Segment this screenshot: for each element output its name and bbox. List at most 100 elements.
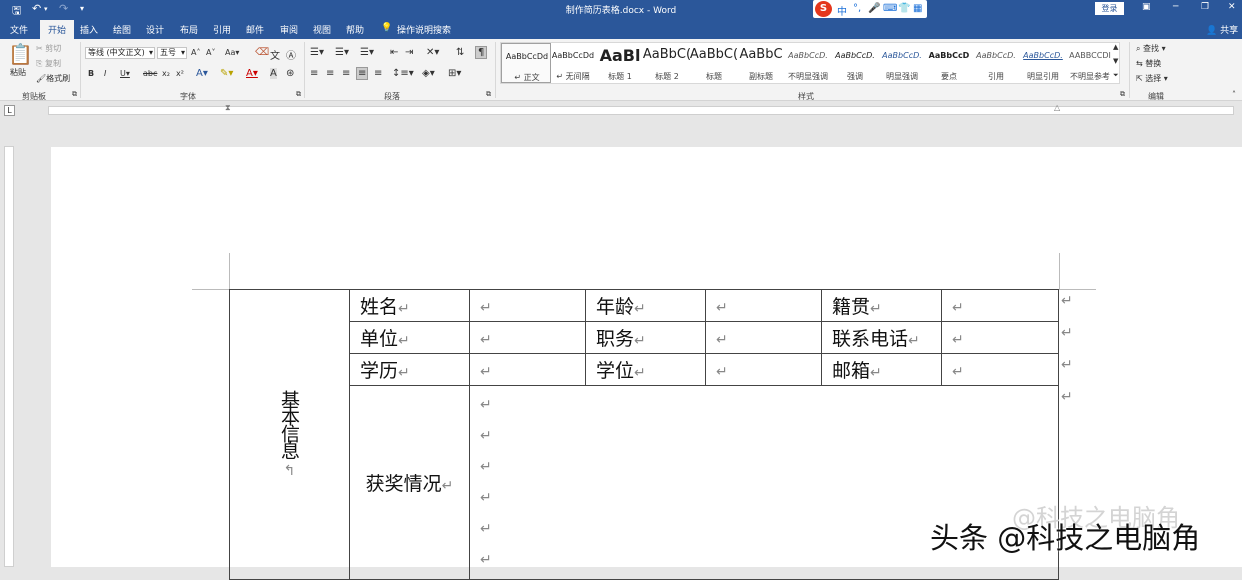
ime-punctuation[interactable]: °,	[853, 3, 861, 14]
font-launcher-icon[interactable]: ⧉	[296, 90, 301, 99]
superscript-icon[interactable]: x²	[176, 69, 184, 78]
table-cell[interactable]: 年龄↵	[585, 289, 706, 322]
align-left-icon[interactable]: ≡	[310, 68, 318, 79]
paste-button[interactable]: 粘贴	[10, 67, 26, 78]
find-button[interactable]: ⌕ 查找 ▾	[1136, 43, 1166, 54]
underline-icon[interactable]: U▾	[120, 69, 130, 78]
styles-launcher-icon[interactable]: ⧉	[1120, 90, 1125, 99]
font-color-icon[interactable]: A▾	[246, 68, 258, 79]
increase-indent-icon[interactable]: ⇥	[405, 47, 413, 58]
borders-icon[interactable]: ⊞▾	[448, 68, 461, 79]
paragraph-launcher-icon[interactable]: ⧉	[486, 90, 491, 99]
table-cell[interactable]: ↵	[469, 321, 586, 354]
ime-voice-icon[interactable]: 🎤	[868, 3, 880, 14]
table-cell[interactable]: 籍贯↵	[821, 289, 942, 322]
justify-icon[interactable]: ≡	[356, 67, 369, 80]
minimize-icon[interactable]: ─	[1173, 2, 1178, 12]
tab-help[interactable]: 帮助	[346, 23, 364, 36]
align-right-icon[interactable]: ≡	[342, 68, 350, 79]
styles-gallery[interactable]: AaBbCcDd ↵ 正文 AaBbCcDd ↵ 无间隔 AaBl 标题 1 AaBb…	[500, 42, 1120, 84]
table-cell[interactable]: 学位↵	[585, 353, 706, 386]
table-cell[interactable]: ↵	[941, 289, 1059, 322]
tab-draw[interactable]: 绘图	[113, 23, 131, 36]
copy-button[interactable]: ⎘ 复制	[36, 58, 61, 69]
tab-review[interactable]: 审阅	[280, 23, 298, 36]
share-button[interactable]: 👤 共享	[1206, 23, 1238, 36]
table-cell[interactable]: ↵	[941, 353, 1059, 386]
numbering-icon[interactable]: ☰▾	[335, 47, 349, 58]
replace-button[interactable]: ⇆ 替换	[1136, 58, 1161, 69]
tab-home[interactable]: 开始	[40, 20, 75, 39]
table-cell[interactable]: ↵	[469, 353, 586, 386]
tab-mailings[interactable]: 邮件	[246, 23, 264, 36]
login-button[interactable]: 登录	[1095, 2, 1124, 15]
select-button[interactable]: ⇱ 选择 ▾	[1136, 73, 1168, 84]
format-painter-button[interactable]: 🖌格式刷	[36, 73, 70, 84]
font-size-combo[interactable]: 五号 ▾	[157, 47, 187, 59]
align-center-icon[interactable]: ≡	[326, 68, 334, 79]
sogou-ime-toolbar[interactable]: S 中 °, 🎤 ⌨ 👕 ▦	[813, 0, 927, 18]
shading-icon[interactable]: ◈▾	[422, 68, 435, 79]
table-cell[interactable]: 邮箱↵	[821, 353, 942, 386]
chinese-layout-icon[interactable]: ✕▾	[426, 47, 439, 58]
multilevel-list-icon[interactable]: ☰▾	[360, 47, 374, 58]
show-marks-icon[interactable]: ¶	[475, 46, 488, 59]
italic-icon[interactable]: I	[104, 69, 106, 78]
line-spacing-icon[interactable]: ↕≡▾	[392, 68, 414, 79]
table-cell[interactable]: 姓名↵	[349, 289, 470, 322]
basic-info-cell[interactable]: 基本信息 ↰	[229, 289, 350, 580]
tab-file[interactable]: 文件	[10, 23, 28, 36]
table-cell[interactable]: ↵	[705, 353, 822, 386]
grow-font-icon[interactable]: A˄	[191, 48, 200, 57]
table-cell[interactable]: 获奖情况↵	[349, 385, 470, 580]
style-normal[interactable]: AaBbCcDd ↵ 正文	[501, 43, 551, 83]
paste-icon[interactable]: 📋	[8, 42, 33, 66]
shrink-font-icon[interactable]: A˅	[206, 48, 215, 57]
table-cell[interactable]: 学历↵	[349, 353, 470, 386]
bold-icon[interactable]: B	[88, 69, 94, 78]
subscript-icon[interactable]: x₂	[162, 69, 170, 78]
cut-button[interactable]: ✂ 剪切	[36, 43, 61, 54]
distributed-icon[interactable]: ≡	[374, 68, 382, 79]
bullets-icon[interactable]: ☰▾	[310, 47, 324, 58]
tab-selector-icon[interactable]: L	[4, 105, 15, 116]
tab-layout[interactable]: 布局	[180, 23, 198, 36]
change-case-icon[interactable]: Aa▾	[225, 48, 239, 57]
style-strong[interactable]: AaBbCcD 要点	[924, 43, 974, 83]
ime-toolbox-icon[interactable]: ▦	[913, 3, 922, 14]
character-border-icon[interactable]: ⊛	[286, 68, 294, 79]
table-cell[interactable]: ↵	[469, 289, 586, 322]
highlight-icon[interactable]: ✎▾	[220, 68, 233, 79]
style-subtitle[interactable]: AaBbC 副标题	[736, 43, 786, 83]
tell-me-search[interactable]: 操作说明搜索	[397, 23, 451, 36]
style-no-spacing[interactable]: AaBbCcDd ↵ 无间隔	[548, 43, 598, 83]
style-quote[interactable]: AaBbCcD. 引用	[971, 43, 1021, 83]
strikethrough-icon[interactable]: abc	[143, 69, 157, 78]
ribbon-display-icon[interactable]: ▣	[1142, 2, 1151, 12]
right-indent-marker-icon[interactable]: △	[1054, 103, 1060, 112]
indent-marker-icon[interactable]: ⧗	[225, 103, 231, 113]
style-intense-emphasis[interactable]: AaBbCcD. 明显强调	[877, 43, 927, 83]
character-shading-icon[interactable]: A	[270, 68, 277, 79]
gallery-up-icon[interactable]: ▲	[1113, 43, 1118, 51]
style-subtle-emphasis[interactable]: AaBbCcD. 不明显强调	[783, 43, 833, 83]
gallery-more-icon[interactable]: ⏷	[1113, 71, 1119, 80]
style-subtle-reference[interactable]: AABBCCDI 不明显参考	[1065, 43, 1115, 83]
collapse-ribbon-icon[interactable]: ˄	[1232, 90, 1236, 99]
style-heading-1[interactable]: AaBl 标题 1	[595, 43, 645, 83]
table-cell[interactable]: 职务↵	[585, 321, 706, 354]
gallery-down-icon[interactable]: ▼	[1113, 57, 1118, 65]
style-emphasis[interactable]: AaBbCcD. 强调	[830, 43, 880, 83]
table-cell[interactable]: ↵	[705, 289, 822, 322]
horizontal-ruler[interactable]: L ⧗ △	[0, 101, 1242, 119]
ime-skin-icon[interactable]: 👕	[898, 3, 910, 14]
enclose-characters-icon[interactable]: Ⓐ	[286, 47, 296, 62]
vertical-ruler[interactable]	[0, 119, 16, 567]
clear-formatting-icon[interactable]: ⌫	[255, 47, 269, 58]
sort-icon[interactable]: ⇅	[456, 47, 464, 58]
text-effects-icon[interactable]: A▾	[196, 68, 208, 79]
style-title[interactable]: AaBbC(标题	[689, 43, 739, 83]
decrease-indent-icon[interactable]: ⇤	[390, 47, 398, 58]
ime-chinese-mode[interactable]: 中	[837, 3, 847, 18]
restore-icon[interactable]: ❐	[1201, 2, 1209, 12]
